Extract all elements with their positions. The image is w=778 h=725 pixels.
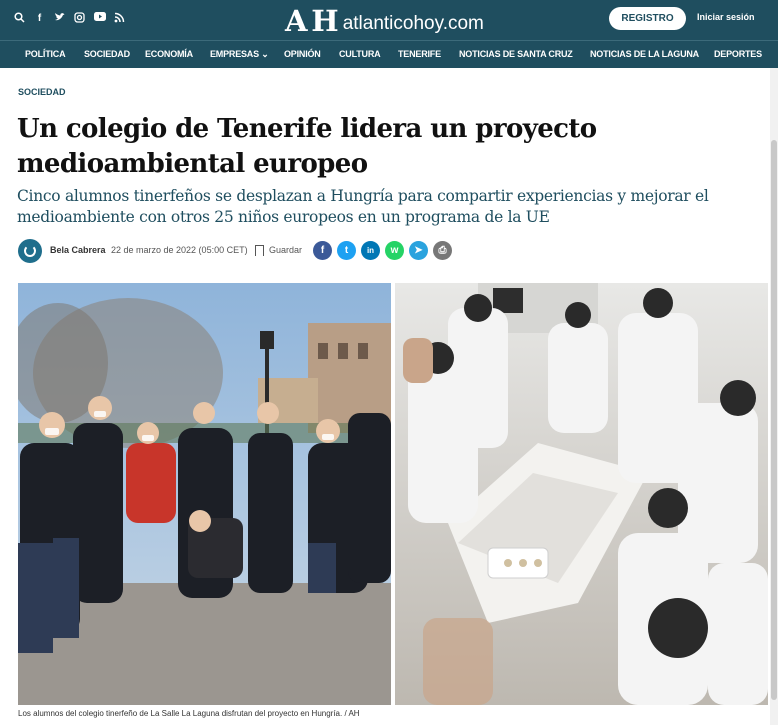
facebook-share-button[interactable]: f [313,241,332,260]
site-logo[interactable]: A H atlanticohoy.com [285,4,484,38]
nav-item-tenerife[interactable]: TENERIFE [398,49,441,59]
search-icon[interactable] [14,12,25,25]
youtube-icon[interactable] [94,12,106,25]
login-link[interactable]: Iniciar sesión [697,12,755,22]
rss-icon[interactable] [114,12,125,25]
article-title: Un colegio de Tenerife lidera un proyect… [17,114,597,179]
bookmark-icon[interactable] [255,245,264,256]
article-subtitle: Cinco alumnos tinerfeños se desplazan a … [17,187,709,226]
save-button[interactable]: Guardar [269,245,302,255]
logo-text: atlanticohoy.com [342,13,484,34]
facebook-icon[interactable]: f [34,12,45,25]
nav-item-empresas[interactable]: EMPRESAS ⌄ [210,49,269,60]
author-avatar[interactable] [18,239,42,263]
twitter-share-button[interactable]: t [337,241,356,260]
main-nav: POLÍTICA SOCIEDAD ECONOMÍA EMPRESAS ⌄ OP… [0,40,778,68]
nav-item-sociedad[interactable]: SOCIEDAD [84,49,130,59]
top-bar: f A H atlanticohoy.com REGISTRO Iniciar … [0,0,778,40]
nav-item-opinion[interactable]: OPINIÓN [284,49,321,59]
linkedin-share-button[interactable]: in [361,241,380,260]
nav-item-economia[interactable]: ECONOMÍA [145,49,193,59]
register-button[interactable]: REGISTRO [609,7,686,30]
print-button[interactable]: ⎙ [433,241,452,260]
nav-item-cultura[interactable]: CULTURA [339,49,381,59]
nav-item-santa-cruz[interactable]: NOTICIAS DE SANTA CRUZ [459,49,573,59]
nav-item-deportes[interactable]: DEPORTES [714,49,762,59]
article-meta: Bela Cabrera 22 de marzo de 2022 (05:00 … [18,239,458,263]
scrollbar-thumb[interactable] [771,140,777,700]
article-photo[interactable] [18,283,768,705]
nav-item-la-laguna[interactable]: NOTICIAS DE LA LAGUNA [590,49,699,59]
logo-mark: A H [285,4,339,38]
publish-date: 22 de marzo de 2022 (05:00 CET) [111,245,248,255]
instagram-icon[interactable] [74,12,85,25]
twitter-icon[interactable] [54,12,65,25]
author-name[interactable]: Bela Cabrera [50,245,106,255]
whatsapp-share-button[interactable]: w [385,241,404,260]
section-label[interactable]: SOCIEDAD [18,87,66,97]
nav-item-politica[interactable]: POLÍTICA [25,49,66,59]
social-links: f [14,12,125,25]
telegram-share-button[interactable]: ➤ [409,241,428,260]
photo-caption: Los alumnos del colegio tinerfeño de La … [18,709,360,718]
